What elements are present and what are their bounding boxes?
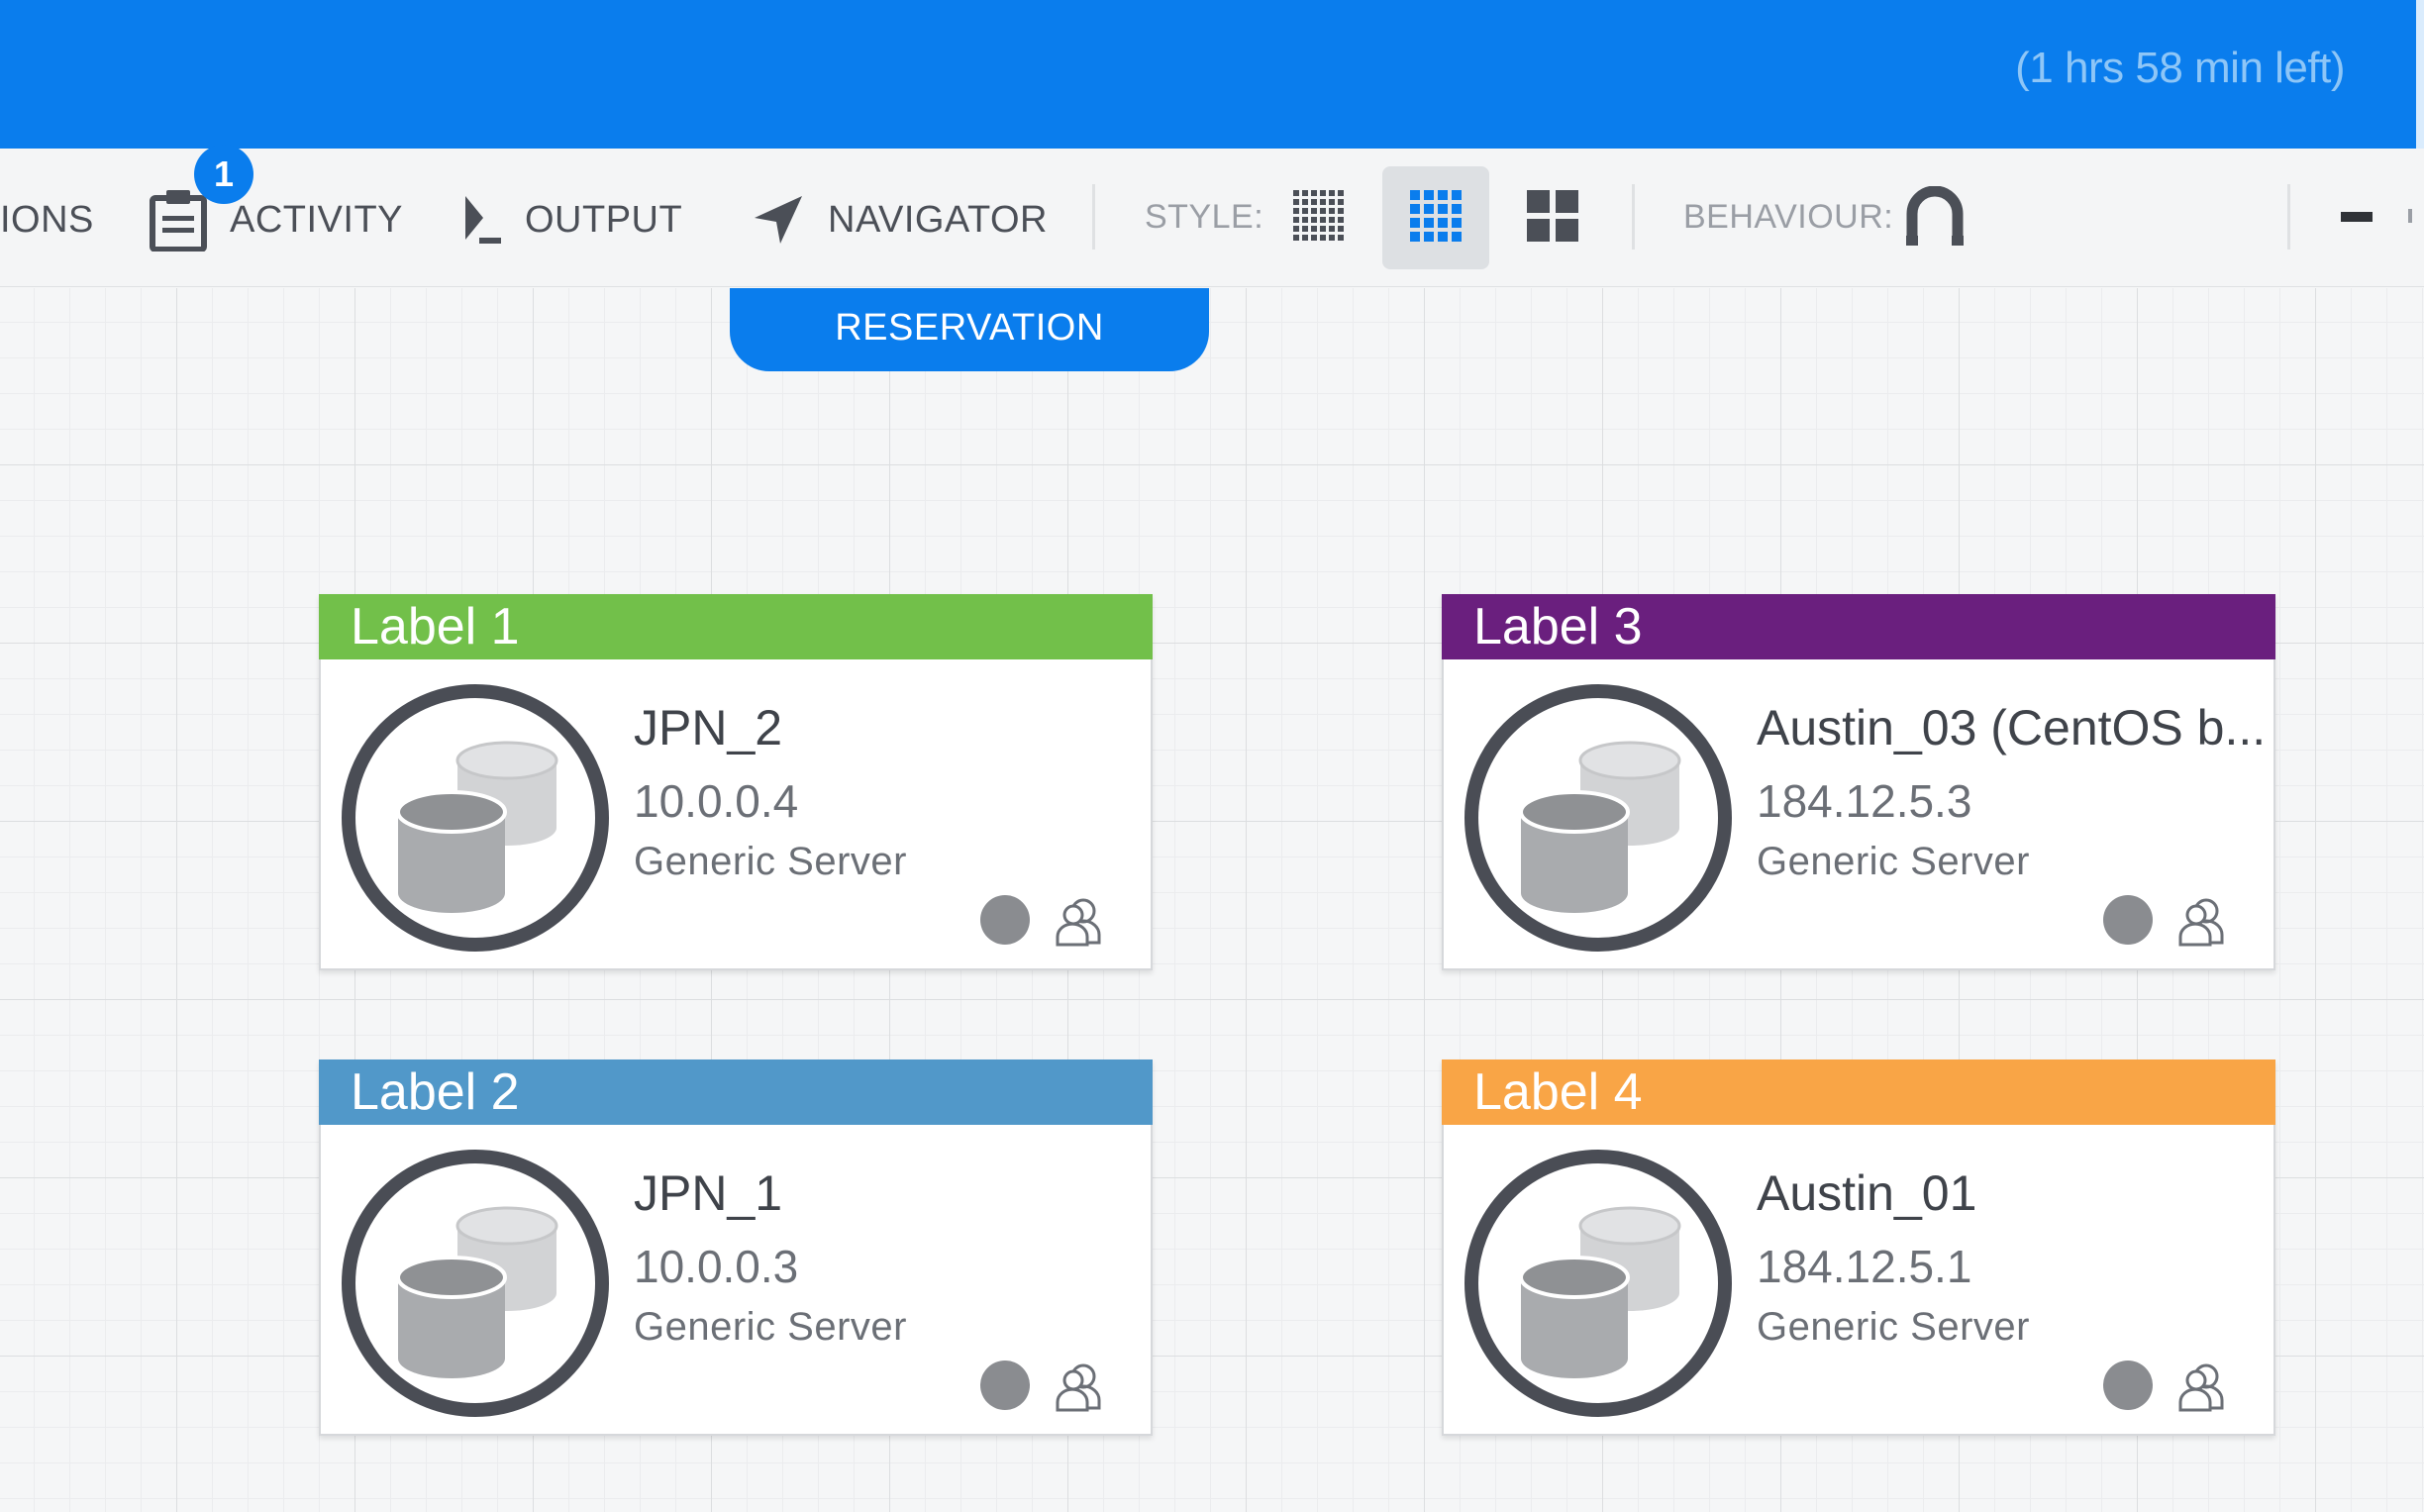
card-label: Label 1 bbox=[319, 594, 1153, 659]
medium-grid-icon bbox=[1410, 189, 1462, 247]
server-database-icon bbox=[1464, 1149, 1733, 1423]
navigation-arrow-icon bbox=[751, 192, 806, 248]
time-left-text: (1 hrs 58 min left) bbox=[2015, 44, 2345, 92]
toolbar-divider bbox=[1092, 184, 1095, 250]
card-label: Label 3 bbox=[1442, 594, 2275, 659]
status-indicator bbox=[980, 895, 1030, 945]
style-medium-grid-button[interactable] bbox=[1382, 166, 1489, 269]
behaviour-label: BEHAVIOUR: bbox=[1683, 198, 1894, 236]
shared-users-icon[interactable] bbox=[1054, 895, 1105, 952]
status-indicator bbox=[2103, 1361, 2153, 1410]
header-edge bbox=[2416, 0, 2424, 149]
shared-users-icon[interactable] bbox=[1054, 1361, 1105, 1417]
slider-tick-icon bbox=[2404, 208, 2418, 228]
style-label: STYLE: bbox=[1145, 198, 1264, 236]
toolbar-item-output[interactable]: OUTPUT bbox=[461, 192, 682, 248]
fine-grid-icon bbox=[1293, 189, 1345, 247]
terminal-icon bbox=[461, 192, 503, 248]
resource-name: JPN_1 bbox=[634, 1165, 783, 1221]
zoom-out-button[interactable] bbox=[2327, 166, 2386, 269]
toolbar-item-actions[interactable]: IONS bbox=[0, 192, 94, 248]
large-grid-icon bbox=[1527, 189, 1578, 247]
resource-model: Generic Server bbox=[634, 1305, 907, 1349]
shared-users-icon[interactable] bbox=[2176, 895, 2228, 952]
card-label: Label 2 bbox=[319, 1059, 1153, 1125]
toolbar-divider bbox=[1632, 184, 1635, 250]
toolbar-item-navigator-label: NAVIGATOR bbox=[828, 198, 1048, 241]
resource-model: Generic Server bbox=[1757, 840, 2030, 883]
resource-name: Austin_03 (CentOS b... bbox=[1757, 700, 2262, 756]
reservation-header: (1 hrs 58 min left) bbox=[0, 0, 2424, 149]
resource-card[interactable]: Label 3 Austin_03 (CentOS b... 184.12.5.… bbox=[1442, 594, 2275, 970]
status-indicator bbox=[980, 1361, 1030, 1410]
toolbar-item-output-label: OUTPUT bbox=[525, 198, 683, 241]
resource-address: 184.12.5.3 bbox=[1757, 775, 1972, 827]
minus-icon bbox=[2341, 209, 2373, 227]
magnet-icon bbox=[1906, 185, 1964, 251]
resource-model: Generic Server bbox=[634, 840, 907, 883]
server-database-icon bbox=[1464, 683, 1733, 958]
zoom-slider-edge[interactable] bbox=[2398, 166, 2424, 269]
resource-address: 10.0.0.3 bbox=[634, 1241, 799, 1292]
resource-card[interactable]: Label 1 JPN_2 10.0.0.4 Generic Server bbox=[319, 594, 1153, 970]
style-large-grid-button[interactable] bbox=[1499, 166, 1606, 269]
toolbar: IONS ACTIVITY 1 OUTPUT NAVIGATOR STYLE: … bbox=[0, 145, 2424, 287]
card-label: Label 4 bbox=[1442, 1059, 2275, 1125]
resource-card[interactable]: Label 2 JPN_1 10.0.0.3 Generic Server bbox=[319, 1059, 1153, 1436]
resource-model: Generic Server bbox=[1757, 1305, 2030, 1349]
toolbar-item-activity-label: ACTIVITY bbox=[230, 198, 404, 241]
shared-users-icon[interactable] bbox=[2176, 1361, 2228, 1417]
toolbar-item-navigator[interactable]: NAVIGATOR bbox=[751, 192, 1048, 248]
style-fine-grid-button[interactable] bbox=[1265, 166, 1372, 269]
resource-card[interactable]: Label 4 Austin_01 184.12.5.1 Generic Ser… bbox=[1442, 1059, 2275, 1436]
server-database-icon bbox=[341, 1149, 610, 1423]
resource-name: JPN_2 bbox=[634, 700, 783, 756]
resource-address: 10.0.0.4 bbox=[634, 775, 799, 827]
reservation-tab[interactable]: RESERVATION bbox=[730, 288, 1209, 371]
behaviour-magnet-button[interactable] bbox=[1893, 166, 1976, 269]
resource-name: Austin_01 bbox=[1757, 1165, 1977, 1221]
toolbar-item-activity[interactable]: ACTIVITY bbox=[149, 190, 404, 252]
server-database-icon bbox=[341, 683, 610, 958]
toolbar-item-actions-label: IONS bbox=[0, 198, 94, 241]
toolbar-divider bbox=[2287, 184, 2290, 250]
clipboard-icon bbox=[149, 188, 208, 252]
resource-address: 184.12.5.1 bbox=[1757, 1241, 1972, 1292]
status-indicator bbox=[2103, 895, 2153, 945]
activity-count-badge: 1 bbox=[194, 145, 253, 204]
